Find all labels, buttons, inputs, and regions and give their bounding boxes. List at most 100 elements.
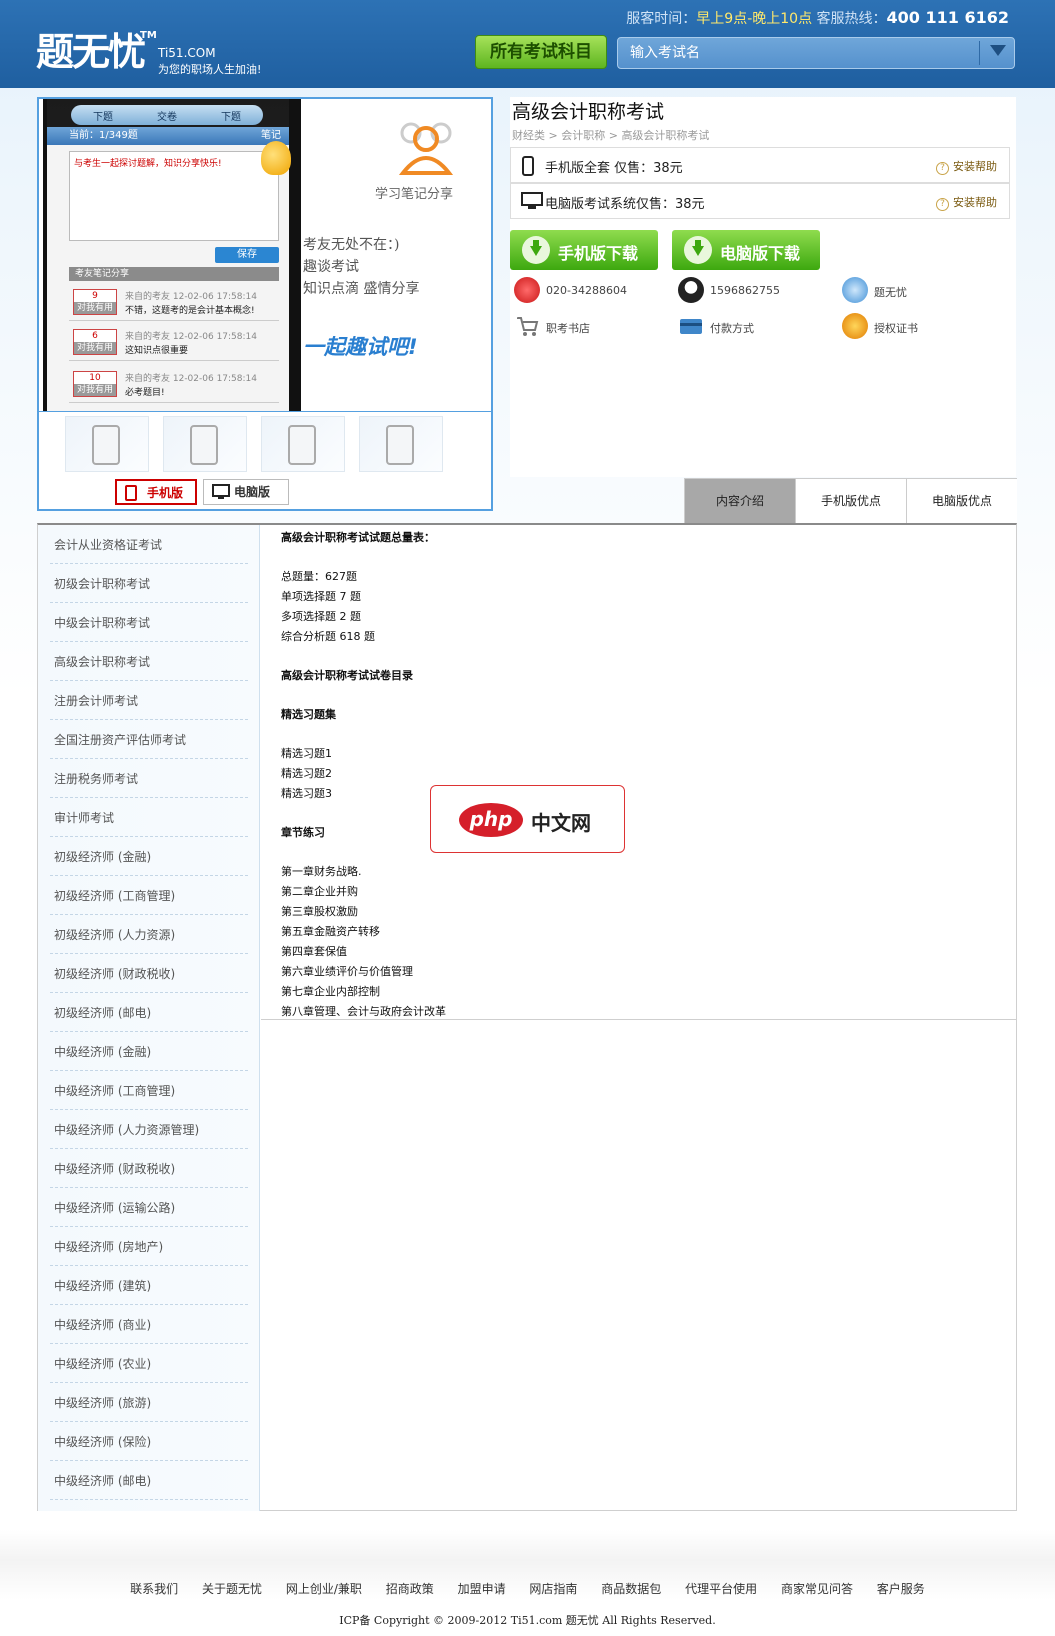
download-mobile-button[interactable]: 手机版下载 xyxy=(510,230,658,270)
download-pc-button[interactable]: 电脑版下载 xyxy=(672,230,820,270)
nav-item[interactable]: 中级经济师 (邮电) xyxy=(50,1461,248,1500)
nav-item[interactable]: 审计师考试 xyxy=(50,798,248,837)
chapter-item[interactable]: 第五章金融资产转移 xyxy=(281,923,380,939)
footer-link[interactable]: 联系我们 xyxy=(130,1582,178,1596)
note-text: 这知识点很重要 xyxy=(125,346,189,356)
nav-item[interactable]: 中级经济师 (房地产) xyxy=(50,1227,248,1266)
nav-item[interactable]: 高级会计职称考试 xyxy=(50,642,248,681)
nav-item[interactable]: 中级经济师 (旅游) xyxy=(50,1383,248,1422)
content-tabs: 内容介绍 手机版优点 电脑版优点 xyxy=(684,478,1017,524)
tab-mobile-version[interactable]: 手机版 xyxy=(115,479,197,505)
download-arrow-icon xyxy=(684,236,712,264)
footer-link[interactable]: 商品数据包 xyxy=(601,1582,661,1596)
install-help-label: 安装帮助 xyxy=(953,196,997,209)
site-logo[interactable]: 题无忧 xyxy=(36,30,146,76)
watermark-badge: php 中文网 xyxy=(430,785,625,853)
nav-item[interactable]: 初级经济师 (邮电) xyxy=(50,993,248,1032)
footer-link[interactable]: 代理平台使用 xyxy=(685,1582,757,1596)
footer-link[interactable]: 招商政策 xyxy=(386,1582,434,1596)
nav-item[interactable]: 初级经济师 (人力资源) xyxy=(50,915,248,954)
chapter-item[interactable]: 第八章管理、会计与政府会计改革 xyxy=(281,1003,446,1019)
breadcrumb-item[interactable]: 会计职称 xyxy=(561,129,605,142)
tab-pc-version[interactable]: 电脑版 xyxy=(203,479,289,505)
nav-item[interactable]: 中级经济师 (金融) xyxy=(50,1032,248,1071)
practice-item[interactable]: 精选习题1 xyxy=(281,745,332,761)
vote-count: 6 xyxy=(92,331,98,341)
thumbnail-strip xyxy=(39,411,491,472)
download-mobile-label: 手机版下载 xyxy=(558,244,639,263)
note-meta: 来自的考友 12-02-06 17:58:14 xyxy=(125,332,257,342)
practice-title: 精选习题集 xyxy=(281,708,336,721)
nav-item[interactable]: 注册会计师考试 xyxy=(50,681,248,720)
vote-badge: 9 对我有用 xyxy=(73,289,117,315)
thumbnail[interactable] xyxy=(65,416,149,472)
nav-item[interactable]: 中级经济师 (建筑) xyxy=(50,1266,248,1305)
chapter-item[interactable]: 第一章财务战略. xyxy=(281,863,362,879)
vote-label: 对我有用 xyxy=(74,342,116,354)
nav-item[interactable]: 中级经济师 (工商管理) xyxy=(50,1071,248,1110)
nav-item[interactable]: 中级经济师 (人力资源管理) xyxy=(50,1110,248,1149)
pointing-hand-icon xyxy=(261,141,291,175)
nav-item[interactable]: 全国注册资产评估师考试 xyxy=(50,720,248,759)
site-domain: Ti51.COM xyxy=(158,46,216,60)
tab-content-intro[interactable]: 内容介绍 xyxy=(684,479,795,524)
phone-progress-text: 当前：1/349题 xyxy=(69,130,138,141)
watermark-php-logo: php xyxy=(459,803,523,837)
footer-link[interactable]: 网店指南 xyxy=(529,1582,577,1596)
vote-count: 10 xyxy=(89,373,101,383)
price-pc-row: 电脑版考试系统仅售：38元 ? 安装帮助 xyxy=(510,183,1010,219)
nav-item[interactable]: 初级经济师 (财政税收) xyxy=(50,954,248,993)
site-header: 题无忧 TM Ti51.COM 为您的职场人生加油! 服客时间：早上9点-晚上1… xyxy=(0,0,1055,88)
footer-link[interactable]: 网上创业/兼职 xyxy=(286,1582,362,1596)
footer-link[interactable]: 加盟申请 xyxy=(458,1582,506,1596)
tab-pc-advantages[interactable]: 电脑版优点 xyxy=(906,479,1017,524)
exam-search-input[interactable] xyxy=(630,42,970,64)
phone-nav-bar: 下题 交卷 下题 xyxy=(71,105,263,125)
site-slogan: 为您的职场人生加油! xyxy=(158,63,262,76)
phone-thumb-icon xyxy=(288,425,316,465)
all-subjects-button[interactable]: 所有考试科目 xyxy=(475,35,607,69)
breadcrumb-item[interactable]: 高级会计职称考试 xyxy=(621,129,709,142)
summary-title: 高级会计职称考试试题总量表： xyxy=(281,531,435,544)
promo-slogan: 一起趣试吧! xyxy=(303,335,418,359)
trademark-mark: TM xyxy=(140,30,157,41)
footer-link[interactable]: 商家常见问答 xyxy=(781,1582,853,1596)
thumbnail[interactable] xyxy=(163,416,247,472)
vote-label: 对我有用 xyxy=(74,384,116,396)
practice-item[interactable]: 精选习题2 xyxy=(281,765,332,781)
nav-item[interactable]: 中级经济师 (商业) xyxy=(50,1305,248,1344)
chevron-down-icon[interactable] xyxy=(990,45,1006,56)
chapter-item[interactable]: 第二章企业并购 xyxy=(281,883,358,899)
download-pc-label: 电脑版下载 xyxy=(720,244,801,263)
nav-item[interactable]: 中级经济师 (保险) xyxy=(50,1422,248,1461)
thumbnail[interactable] xyxy=(261,416,345,472)
nav-item[interactable]: 会计从业资格证考试 xyxy=(50,525,248,564)
chapter-item[interactable]: 第四章套保值 xyxy=(281,943,347,959)
tab-mobile-advantages[interactable]: 手机版优点 xyxy=(795,479,906,524)
thumbnail[interactable] xyxy=(359,416,443,472)
nav-item[interactable]: 中级会计职称考试 xyxy=(50,603,248,642)
practice-item[interactable]: 精选习题3 xyxy=(281,785,332,801)
phone-tab: 交卷 xyxy=(157,111,177,123)
nav-item[interactable]: 初级经济师 (工商管理) xyxy=(50,876,248,915)
chapter-item[interactable]: 第六章业绩评价与价值管理 xyxy=(281,963,413,979)
nav-item[interactable]: 中级经济师 (财政税收) xyxy=(50,1149,248,1188)
footer-link[interactable]: 客户服务 xyxy=(877,1582,925,1596)
nav-item[interactable]: 初级会计职称考试 xyxy=(50,564,248,603)
chapter-item[interactable]: 第七章企业内部控制 xyxy=(281,983,380,999)
service-hours: 早上9点-晚上10点 xyxy=(696,11,813,27)
phone-note-item: 6 对我有用 来自的考友 12-02-06 17:58:14 这知识点很重要 xyxy=(69,325,279,361)
main-screenshot: 下题 交卷 下题 当前：1/349题 笔记 与考生一起探讨题解，知识分享快乐! … xyxy=(39,99,491,411)
vote-label: 对我有用 xyxy=(74,302,116,314)
phone-tab: 下题 xyxy=(221,111,241,123)
chapter-item[interactable]: 第三章股权激励 xyxy=(281,903,358,919)
nav-item[interactable]: 初级经济师 (金融) xyxy=(50,837,248,876)
nav-item[interactable]: 中级经济师 (农业) xyxy=(50,1344,248,1383)
footer-link[interactable]: 关于题无忧 xyxy=(202,1582,262,1596)
nav-item[interactable]: 中级经济师 (运输公路) xyxy=(50,1188,248,1227)
nav-item[interactable]: 注册税务师考试 xyxy=(50,759,248,798)
breadcrumb-item[interactable]: 财经类 xyxy=(512,129,545,142)
install-help-link[interactable]: ? 安装帮助 xyxy=(936,194,997,211)
install-help-link[interactable]: ? 安装帮助 xyxy=(936,158,997,175)
exam-search-box[interactable] xyxy=(617,37,1015,69)
